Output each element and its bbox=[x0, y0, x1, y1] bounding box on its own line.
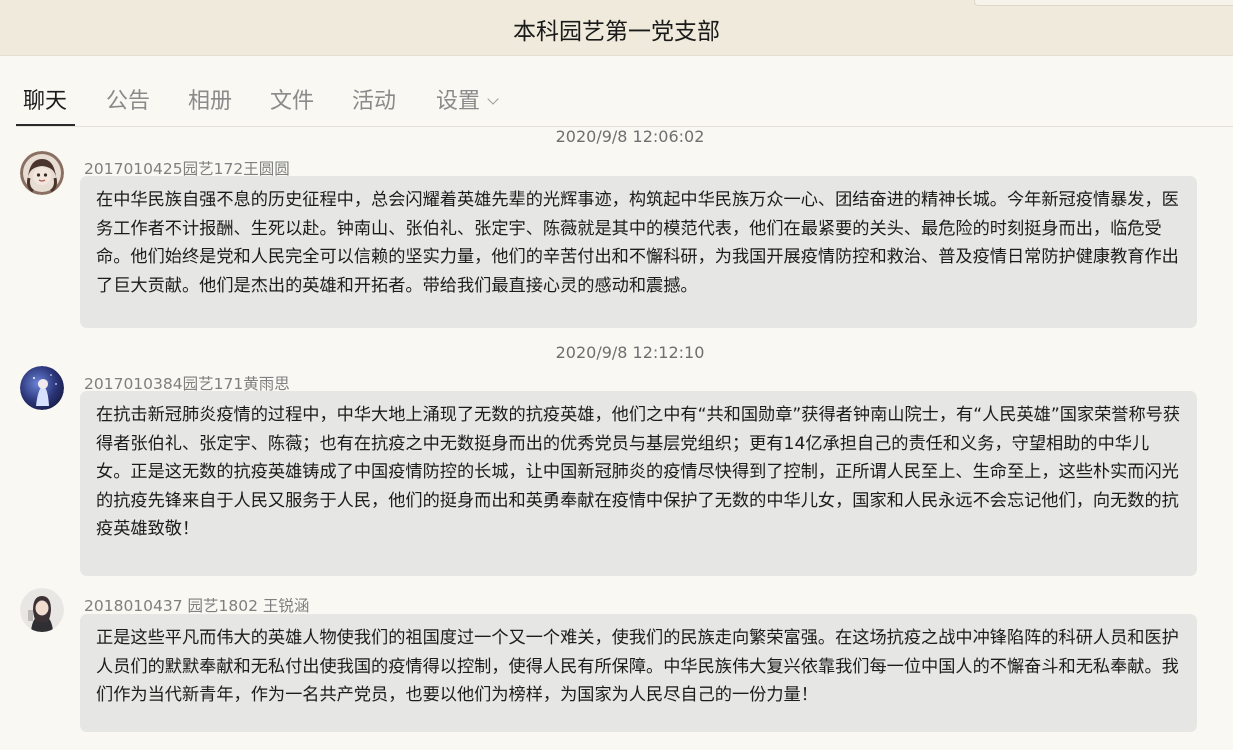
tab-album[interactable]: 相册 bbox=[188, 83, 232, 115]
message-timestamp: 2020/9/8 12:06:02 bbox=[555, 127, 705, 146]
tab-activities[interactable]: 活动 bbox=[352, 83, 396, 115]
user-avatar-anime-night[interactable] bbox=[20, 366, 64, 410]
user-avatar-photo[interactable] bbox=[20, 588, 64, 632]
message-bubble[interactable]: 正是这些平凡而伟大的英雄人物使我们的祖国度过一个又一个难关，使我们的民族走向繁荣… bbox=[80, 614, 1197, 732]
message-timestamp: 2020/9/8 12:12:10 bbox=[555, 343, 705, 362]
sender-name[interactable]: 2018010437 园艺1802 王锐涵 bbox=[84, 594, 309, 616]
tab-settings[interactable]: 设置 bbox=[436, 83, 499, 115]
message-bubble[interactable]: 在抗击新冠肺炎疫情的过程中，中华大地上涌现了无数的抗疫英雄，他们之中有“共和国勋… bbox=[80, 391, 1197, 576]
tab-announcements[interactable]: 公告 bbox=[106, 83, 150, 115]
window-title: 本科园艺第一党支部 bbox=[513, 19, 720, 45]
message-bubble[interactable]: 在中华民族自强不息的历史征程中，总会闪耀着英雄先辈的光辉事迹，构筑起中华民族万众… bbox=[80, 176, 1197, 328]
tab-settings-label: 设置 bbox=[436, 89, 481, 114]
user-avatar-cartoon-girl[interactable] bbox=[20, 151, 64, 195]
title-bar: 本科园艺第一党支部 bbox=[0, 0, 1233, 56]
tab-chat[interactable]: 聊天 bbox=[23, 83, 67, 115]
title-bar-decoration bbox=[974, 0, 1233, 6]
tab-bar: 聊天 公告 相册 文件 活动 设置 bbox=[0, 55, 1233, 127]
chevron-down-icon bbox=[487, 93, 499, 105]
tab-files[interactable]: 文件 bbox=[270, 83, 314, 115]
